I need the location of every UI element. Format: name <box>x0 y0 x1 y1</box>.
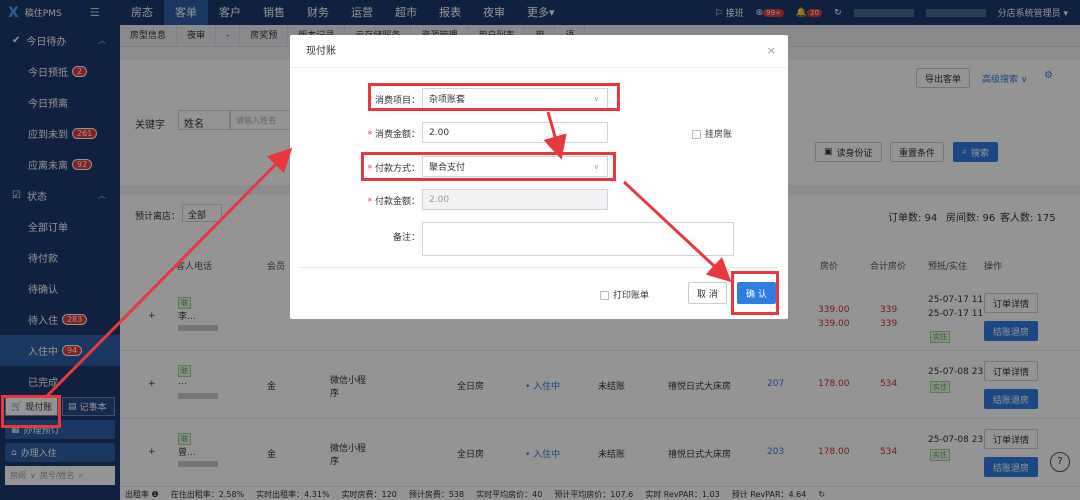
annotation-arrows <box>43 111 732 400</box>
arrow-to-payment <box>543 111 567 160</box>
arrow-to-confirm <box>622 180 732 283</box>
arrow-to-dialog <box>43 147 293 400</box>
